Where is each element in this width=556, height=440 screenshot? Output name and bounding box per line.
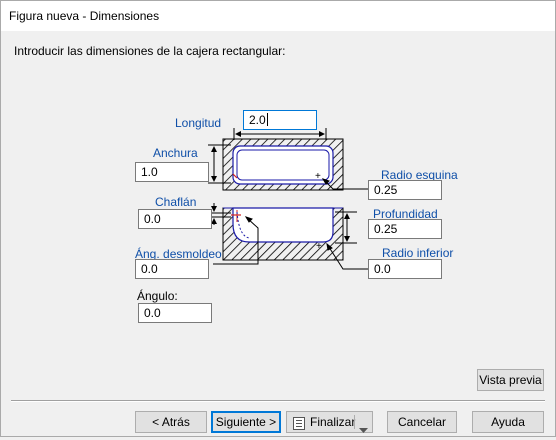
finish-split-button[interactable]: Finalizar xyxy=(286,411,373,433)
longitud-value: 2.0 xyxy=(249,113,266,127)
next-button[interactable]: Siguiente > xyxy=(211,411,281,433)
button-separator xyxy=(11,400,545,402)
window-title: Figura nueva - Dimensiones xyxy=(9,9,160,23)
side-view: + xyxy=(222,207,344,261)
svg-text:+: + xyxy=(316,241,322,252)
pocket-diagram: + + xyxy=(208,128,368,270)
angulo-input[interactable]: 0.0 xyxy=(138,303,212,323)
preview-button[interactable]: Vista previa xyxy=(477,369,544,391)
dialog-content: Introducir las dimensiones de la cajera … xyxy=(1,32,555,406)
help-button[interactable]: Ayuda xyxy=(472,411,544,433)
radio-esquina-input[interactable]: 0.25 xyxy=(368,180,442,200)
cancel-button[interactable]: Cancelar xyxy=(387,411,457,433)
longitud-input[interactable]: 2.0 xyxy=(243,110,317,130)
text-caret xyxy=(266,113,268,126)
split-divider xyxy=(354,415,355,429)
dialog-window: Figura nueva - Dimensiones Introducir la… xyxy=(0,0,556,437)
longitud-label: Longitud xyxy=(175,116,222,130)
radio-inferior-input[interactable]: 0.0 xyxy=(368,259,442,279)
chaflan-label: Chaflán xyxy=(155,195,197,209)
finish-label: Finalizar xyxy=(310,415,356,429)
svg-text:+: + xyxy=(315,171,321,182)
document-list-icon xyxy=(293,416,305,436)
anchura-label: Anchura xyxy=(153,146,198,160)
profundidad-input[interactable]: 0.25 xyxy=(368,219,442,239)
ang-desmoldeo-input[interactable]: 0.0 xyxy=(135,259,209,279)
back-button[interactable]: < Atrás xyxy=(135,411,207,433)
chevron-down-icon[interactable] xyxy=(359,420,368,440)
chaflan-input[interactable]: 0.0 xyxy=(138,209,212,229)
radio-inferior-label: Radio inferior xyxy=(382,246,454,260)
angulo-label: Ángulo: xyxy=(137,289,178,303)
anchura-input[interactable]: 1.0 xyxy=(135,162,209,182)
title-bar: Figura nueva - Dimensiones xyxy=(1,1,555,31)
